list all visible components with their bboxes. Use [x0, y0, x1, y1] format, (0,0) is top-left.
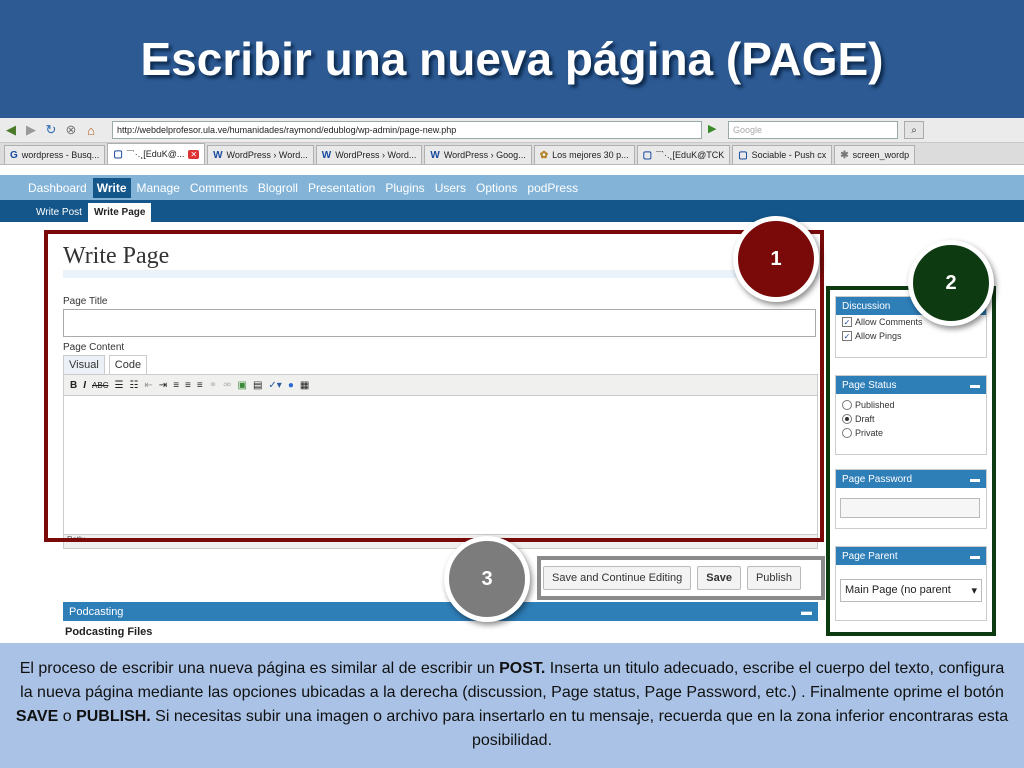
back-arrow-icon[interactable]: ◀ [4, 122, 18, 138]
browser-tab-label: WordPress › Goog... [443, 150, 526, 160]
browser-tab[interactable]: ✿ Los mejores 30 p... [533, 145, 635, 164]
menu-users[interactable]: Users [431, 178, 470, 198]
browser-tab[interactable]: ▢ Sociable - Push cx [732, 145, 833, 164]
submenu-write-page[interactable]: Write Page [87, 203, 152, 222]
address-bar[interactable]: http://webdelprofesor.ula.ve/humanidades… [112, 121, 702, 139]
menu-comments[interactable]: Comments [186, 178, 252, 198]
menu-podpress[interactable]: podPress [523, 178, 582, 198]
browser-tab-label: Sociable - Push cx [751, 150, 827, 160]
caption-bold: PUBLISH. [76, 708, 151, 725]
caption-text: o [58, 708, 77, 725]
menu-write[interactable]: Write [92, 177, 131, 198]
forward-arrow-icon[interactable]: ▶ [24, 122, 38, 138]
wordpress-icon: W [321, 149, 332, 161]
annotation-number: 3 [481, 567, 493, 590]
caption-bold: SAVE [15, 708, 59, 725]
browser-tab-label: WordPress › Word... [226, 150, 308, 160]
menu-blogroll[interactable]: Blogroll [254, 178, 302, 198]
highlight-sidebar-options [826, 286, 996, 636]
podcasting-files-label: Podcasting Files [65, 626, 153, 638]
globe-icon: ✿ [539, 149, 549, 161]
highlight-editor-area [44, 230, 824, 542]
annotation-badge-1: 1 [733, 216, 819, 302]
wp-admin-menu: Dashboard Write Manage Comments Blogroll… [0, 175, 1024, 200]
wp-submenu: Write Post Write Page [0, 200, 1024, 222]
search-icon[interactable]: ⌕ [904, 121, 924, 139]
slide-caption: El proceso de escribir una nueva página … [0, 643, 1024, 768]
caption-bold: POST. [499, 660, 546, 677]
page-icon: ▢ [113, 148, 123, 160]
browser-tab[interactable]: ▢ ¯`·.¸[EduK@TCK [636, 145, 731, 164]
annotation-number: 1 [770, 247, 782, 270]
submenu-write-post[interactable]: Write Post [30, 203, 88, 222]
menu-options[interactable]: Options [472, 178, 521, 198]
browser-tab[interactable]: ✱ screen_wordp [834, 145, 916, 164]
annotation-number: 2 [945, 271, 957, 294]
browser-tab[interactable]: W WordPress › Goog... [424, 145, 532, 164]
podcasting-title: Podcasting [69, 605, 124, 618]
menu-dashboard[interactable]: Dashboard [24, 178, 91, 198]
screenshot-area: ◀ ▶ ↻ ⊗ ⌂ http://webdelprofesor.ula.ve/h… [0, 118, 1024, 643]
highlight-action-buttons [537, 556, 825, 600]
page-icon: ▢ [738, 149, 748, 161]
search-placeholder: Google [733, 125, 763, 135]
google-icon: G [10, 149, 18, 161]
collapse-icon[interactable]: ▬ [801, 606, 812, 618]
close-tab-icon[interactable]: ✕ [188, 149, 200, 159]
browser-tab-bar: Gwordpress - Busq... ▢ ¯`·.¸[EduK@... ✕ WW… [0, 143, 1024, 165]
reload-icon[interactable]: ↻ [44, 122, 58, 138]
menu-plugins[interactable]: Plugins [381, 178, 428, 198]
slide-title: Escribir una nueva página (PAGE) [140, 33, 884, 85]
annotation-badge-3: 3 [444, 536, 530, 622]
wordpress-icon: W [430, 149, 440, 161]
menu-presentation[interactable]: Presentation [304, 178, 379, 198]
home-icon[interactable]: ⌂ [84, 123, 98, 138]
go-icon[interactable]: ▶ [708, 122, 722, 138]
caption-text: Si necesitas subir una imagen o archivo … [150, 708, 1009, 749]
annotation-badge-2: 2 [908, 240, 994, 326]
browser-tab[interactable]: W WordPress › Word... [315, 145, 423, 164]
menu-manage[interactable]: Manage [133, 178, 184, 198]
browser-tab[interactable]: Gwordpress - Busq... [4, 145, 106, 164]
browser-tab[interactable]: W WordPress › Word... [207, 145, 314, 164]
caption-text: El proceso de escribir una nueva página … [19, 660, 500, 677]
browser-tab-label: wordpress - Busq... [21, 150, 100, 160]
address-url: http://webdelprofesor.ula.ve/humanidades… [117, 125, 457, 135]
browser-tab-label: screen_wordp [852, 150, 910, 160]
stop-icon[interactable]: ⊗ [64, 122, 78, 138]
search-input[interactable]: Google [728, 121, 898, 139]
browser-tab-active[interactable]: ▢ ¯`·.¸[EduK@... ✕ [107, 143, 206, 164]
browser-tab-label: WordPress › Word... [335, 150, 417, 160]
wordpress-icon: W [213, 149, 223, 161]
image-icon: ✱ [840, 149, 849, 161]
page-icon: ▢ [642, 149, 653, 161]
browser-tab-label: ¯`·.¸[EduK@... [126, 149, 185, 159]
browser-nav-bar: ◀ ▶ ↻ ⊗ ⌂ http://webdelprofesor.ula.ve/h… [0, 118, 1024, 143]
podcasting-header[interactable]: Podcasting ▬ [63, 602, 818, 621]
browser-tab-label: ¯`·.¸[EduK@TCK [656, 150, 725, 160]
browser-tab-label: Los mejores 30 p... [552, 150, 629, 160]
